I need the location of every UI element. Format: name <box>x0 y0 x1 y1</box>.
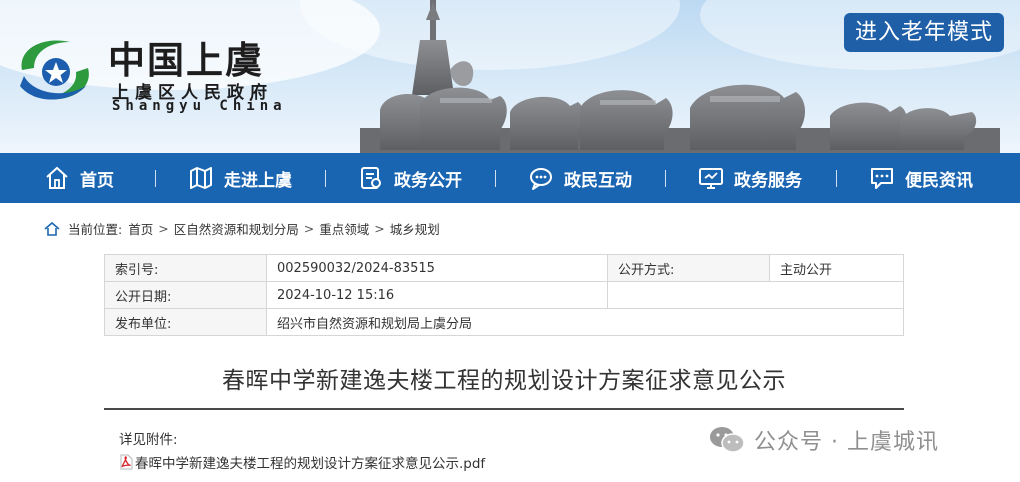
wechat-watermark: 公众号 · 上虞城讯 <box>708 424 939 456</box>
nav-label: 首页 <box>80 170 114 191</box>
nav-label: 政民互动 <box>564 170 632 191</box>
nav-label: 政务公开 <box>394 170 462 191</box>
header-banner: 中国上虞 上虞区人民政府 Shangyu China 进入老年模式 <box>0 0 1020 153</box>
title-divider <box>104 408 904 410</box>
publisher-label: 发布单位: <box>104 308 267 336</box>
document-icon <box>361 167 381 189</box>
nav-divider <box>836 170 837 187</box>
watermark-text: 公众号 · 上虞城讯 <box>754 430 939 455</box>
map-icon <box>190 167 212 189</box>
table-row: 公开日期: 2024-10-12 15:16 <box>104 281 904 309</box>
elder-mode-button[interactable]: 进入老年模式 <box>844 13 1004 52</box>
nav-item-info[interactable]: 便民资讯 <box>869 153 973 203</box>
index-value: 002590032/2024-83515 <box>266 254 608 282</box>
open-method-label: 公开方式: <box>607 254 770 282</box>
attachment-filename[interactable]: 春晖中学新建逸夫楼工程的规划设计方案征求意见公示.pdf <box>135 452 485 472</box>
breadcrumb-item-bureau[interactable]: 区自然资源和规划分局 <box>174 219 299 238</box>
message-icon <box>871 168 893 189</box>
nav-label: 走进上虞 <box>224 170 292 191</box>
breadcrumb-separator: > <box>303 221 315 236</box>
nav-divider <box>325 170 326 187</box>
nav-item-about[interactable]: 走进上虞 <box>188 153 292 203</box>
location-home-icon <box>44 221 60 236</box>
breadcrumb-item-urban-planning[interactable]: 城乡规划 <box>390 219 440 238</box>
main-nav: 首页 走进上虞 政务公开 政民互动 政务服务 便民资讯 <box>0 153 1020 203</box>
document-title: 春晖中学新建逸夫楼工程的规划设计方案征求意见公示 <box>222 368 786 394</box>
nav-item-home[interactable]: 首页 <box>44 153 114 203</box>
nav-divider <box>665 170 666 187</box>
nav-item-gov-affairs[interactable]: 政务公开 <box>358 153 462 203</box>
index-label: 索引号: <box>104 254 267 282</box>
breadcrumb-separator: > <box>374 221 385 236</box>
nav-label: 便民资讯 <box>905 170 973 191</box>
table-row: 发布单位: 绍兴市自然资源和规划局上虞分局 <box>104 308 904 336</box>
breadcrumb-item-key-areas[interactable]: 重点领域 <box>319 219 369 238</box>
table-row: 索引号: 002590032/2024-83515 公开方式: 主动公开 <box>104 254 904 282</box>
empty-cell <box>607 281 904 309</box>
nav-divider <box>155 170 156 187</box>
wechat-icon <box>710 427 745 453</box>
publisher-value: 绍兴市自然资源和规划局上虞分局 <box>266 308 904 336</box>
nav-item-interaction[interactable]: 政民互动 <box>528 153 632 203</box>
open-method-value: 主动公开 <box>769 254 904 282</box>
site-title: 中国上虞 <box>108 38 264 82</box>
nav-divider <box>495 170 496 187</box>
breadcrumb-separator: > <box>158 221 169 236</box>
date-value: 2024-10-12 15:16 <box>266 281 608 309</box>
attachment-link[interactable]: 春晖中学新建逸夫楼工程的规划设计方案征求意见公示.pdf <box>119 452 485 472</box>
attachment-label: 详见附件: <box>119 432 178 448</box>
nav-item-services[interactable]: 政务服务 <box>698 153 802 203</box>
breadcrumb-item-home[interactable]: 首页 <box>128 219 153 238</box>
monitor-icon <box>699 168 723 189</box>
breadcrumb-prefix: 当前位置: <box>68 222 123 237</box>
home-icon <box>46 166 68 189</box>
chat-icon <box>530 168 552 190</box>
breadcrumb: 当前位置: 首页 > 区自然资源和规划分局 > 重点领域 > 城乡规划 <box>44 219 440 238</box>
site-english-name: Shangyu China <box>112 98 287 114</box>
date-label: 公开日期: <box>104 281 267 309</box>
nav-label: 政务服务 <box>734 170 802 191</box>
document-info-table: 索引号: 002590032/2024-83515 公开方式: 主动公开 公开日… <box>104 254 904 336</box>
shangyu-logo-icon[interactable] <box>12 30 98 110</box>
pdf-icon <box>120 454 133 470</box>
